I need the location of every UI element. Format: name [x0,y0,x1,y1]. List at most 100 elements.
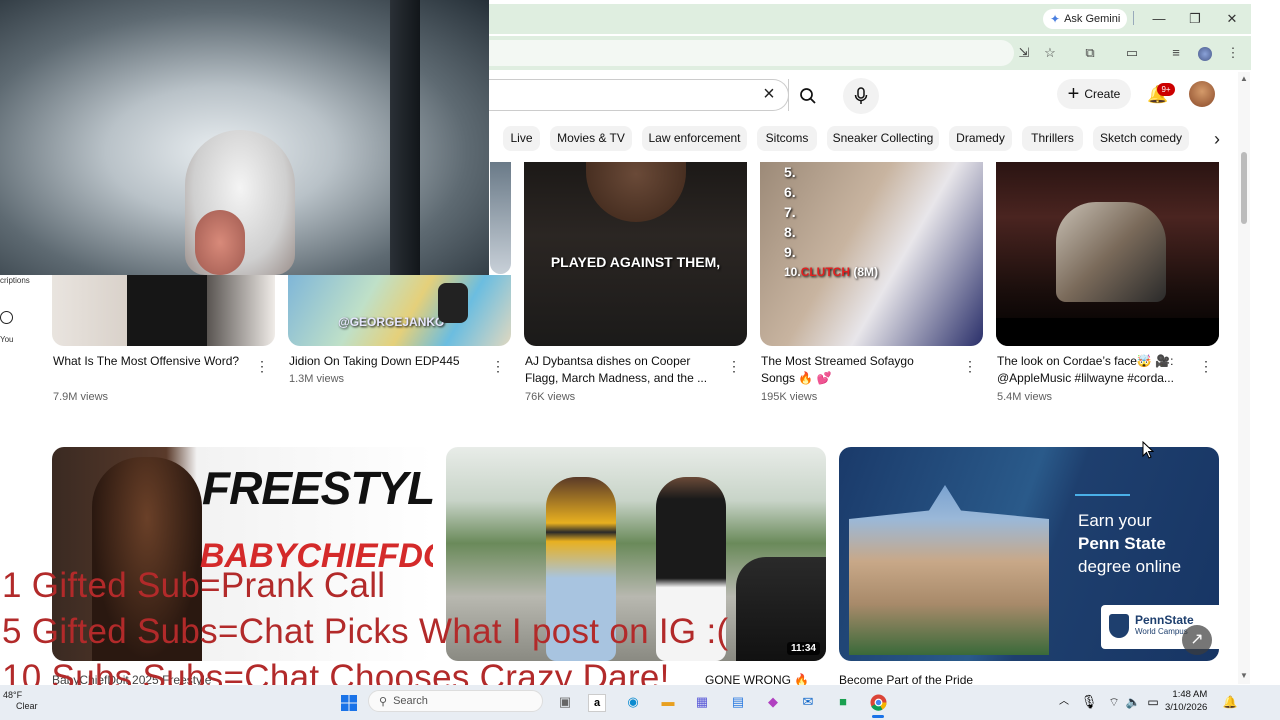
weather-widget[interactable]: 48°F Clear [3,690,38,712]
sidebar-item-subscriptions[interactable]: criptions [0,276,30,285]
outlook-icon[interactable]: ✉ [796,690,820,714]
profile-icon[interactable] [1195,43,1215,63]
task-view-icon[interactable]: ▣ [553,690,577,714]
teams-icon[interactable]: ▦ [690,690,714,714]
plus-icon: + [1067,82,1080,105]
clear-search-icon[interactable]: × [758,83,780,105]
tab-search-icon[interactable]: ▭ [1122,43,1142,63]
windows-start-icon[interactable] [337,690,361,714]
scrollbar-thumb[interactable] [1241,152,1247,224]
ad-building-image [849,485,1049,655]
file-explorer-icon[interactable]: ▬ [656,690,680,714]
taskbar-search-input[interactable]: ⚲ Search [368,690,543,712]
account-circle-icon[interactable] [0,311,13,324]
edge-browser-icon[interactable]: ◉ [621,690,645,714]
chevron-up-icon[interactable]: ︿ [1052,690,1076,714]
video-title[interactable]: GONE WRONG 🔥 [705,672,825,686]
video-thumbnail[interactable] [996,162,1219,346]
more-options-icon[interactable]: ⋮ [1199,358,1213,375]
extensions-icon[interactable]: ⧉ [1080,43,1100,63]
notification-center-icon[interactable]: 🔔 [1218,690,1242,714]
create-button[interactable]: + Create [1057,79,1131,109]
chip-thrillers[interactable]: Thrillers [1022,126,1083,151]
video-title[interactable]: Become Part of the Pride [839,672,1139,686]
active-app-indicator [872,715,884,718]
install-icon[interactable]: ⇲ [1014,43,1034,63]
restore-icon[interactable]: ❐ [1183,8,1207,30]
browser-title-bar [489,4,1251,34]
search-input[interactable] [489,79,789,111]
rank-10-count: (8M) [850,265,879,279]
copilot-icon[interactable]: ◆ [761,690,785,714]
ask-gemini-label: Ask Gemini [1064,13,1121,25]
media-controls-icon[interactable]: ≡ [1166,43,1186,63]
chevron-right-icon[interactable]: › [1204,126,1230,152]
close-icon[interactable]: ✕ [1220,8,1244,30]
more-options-icon[interactable]: ⋮ [727,358,741,375]
microphone-icon[interactable] [843,78,879,114]
thumb-figure [127,275,207,346]
microphone-tray-icon[interactable]: 🎙 [1077,690,1101,714]
rank-10-song: CLUTCH [800,265,851,279]
thumb-microphone [438,283,468,323]
video-title[interactable]: The look on Cordae’s face🤯 🎥: @AppleMusi… [997,353,1189,387]
more-options-icon[interactable]: ⋮ [255,358,269,375]
chip-movies-tv[interactable]: Movies & TV [550,126,632,151]
video-title[interactable]: Jidion On Taking Down EDP445 [289,353,479,370]
battery-icon[interactable]: ▭ [1141,690,1165,714]
video-duration: 11:34 [786,642,820,655]
video-title[interactable]: What Is The Most Offensive Word? [53,353,243,370]
webcam-overlay [0,0,489,275]
chip-law-enforcement[interactable]: Law enforcement [642,126,747,151]
ad-thumbnail[interactable]: Earn your Penn State degree online PennS… [839,447,1219,661]
gaming-app-icon[interactable]: ■ [831,690,855,714]
chip-live[interactable]: Live [503,126,540,151]
chrome-browser-icon[interactable] [866,690,890,714]
more-options-icon[interactable]: ⋮ [491,358,505,375]
minimize-icon[interactable]: — [1147,8,1171,30]
ad-headline: Earn your Penn State degree online [1078,509,1181,578]
door-frame [390,0,420,275]
taskbar-clock[interactable]: 1:48 AM 3/10/2026 [1165,688,1207,714]
rank-5: 5. [784,164,796,180]
video-thumbnail[interactable]: PLAYED AGAINST THEM, [524,162,747,346]
sidebar-fragment: criptions You [0,275,50,415]
thumb-figure [1056,202,1166,302]
chip-sneaker-collecting[interactable]: Sneaker Collecting [827,126,939,151]
store-icon[interactable]: ▤ [726,690,750,714]
video-thumbnail[interactable]: @GEORGEJANKO [288,275,511,346]
video-title[interactable]: AJ Dybantsa dishes on Cooper Flagg, Marc… [525,353,717,387]
clock-time: 1:48 AM [1172,689,1208,700]
search-icon: ⚲ [379,695,388,708]
chip-sketch-comedy[interactable]: Sketch comedy [1093,126,1189,151]
thumb-watermark: @GEORGEJANKO [338,315,445,329]
more-icon[interactable]: ⋮ [1223,43,1243,63]
video-views: 1.3M views [289,373,345,385]
video-views: 7.9M views [53,391,109,403]
open-link-icon[interactable]: ↗ [1182,625,1212,655]
chip-sitcoms[interactable]: Sitcoms [757,126,817,151]
notification-count-badge: 9+ [1157,83,1175,96]
weather-description: Clear [16,701,38,711]
sidebar-item-you[interactable]: You [0,335,14,344]
video-views: 195K views [761,391,818,403]
ad-logo-text: PennState [1135,613,1194,627]
more-options-icon[interactable]: ⋮ [963,358,977,375]
chip-dramedy[interactable]: Dramedy [949,126,1012,151]
account-avatar[interactable] [1189,81,1215,107]
scroll-up-icon[interactable]: ▲ [1238,73,1250,85]
weather-temperature: 48°F [3,690,23,700]
video-title[interactable]: The Most Streamed Sofaygo Songs 🔥 💕 [761,353,951,387]
rank-10: 10.CLUTCH (8M) [784,262,878,282]
video-thumbnail[interactable]: 5. 6. 7. 8. 9. 10.CLUTCH (8M) [760,162,983,346]
address-bar[interactable] [489,40,1014,66]
search-icon[interactable] [789,79,827,111]
thumb-face [586,162,686,222]
scroll-down-icon[interactable]: ▼ [1238,670,1250,682]
rank-8: 8. [784,224,796,240]
amazon-app-icon[interactable]: a [585,690,609,714]
ask-gemini-button[interactable]: ✦ Ask Gemini [1043,9,1127,29]
video-thumbnail[interactable] [52,275,275,346]
person-face [195,210,245,275]
bookmark-star-icon[interactable]: ☆ [1040,43,1060,63]
